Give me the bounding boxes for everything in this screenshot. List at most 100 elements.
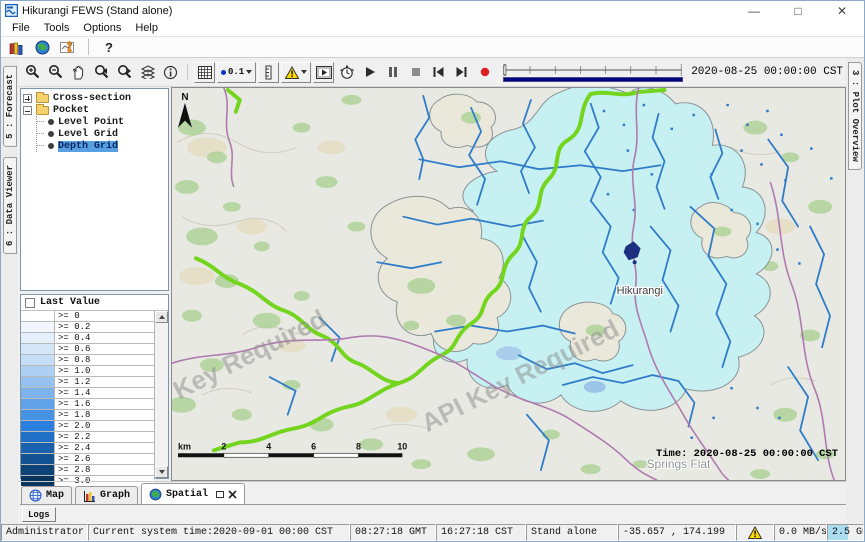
restore-pane-icon[interactable]	[216, 491, 224, 498]
tree-node-pocket[interactable]: Pocket	[23, 104, 166, 116]
stopwatch-icon[interactable]	[336, 62, 357, 83]
close-tab-icon[interactable]	[228, 490, 237, 499]
legend-row[interactable]: >= 2.2	[21, 432, 154, 443]
legend-row[interactable]: >= 2.6	[21, 454, 154, 465]
tree-node-cross-section[interactable]: Cross-section	[23, 92, 166, 104]
map-time-overlay: Time: 2020-08-25 00:00:00 CST	[656, 448, 838, 460]
tree-node-label[interactable]: Level Point	[58, 117, 124, 128]
scroll-up-icon[interactable]	[155, 311, 168, 323]
tab-data-viewer[interactable]: 6 : Data Viewer	[3, 157, 17, 254]
legend-row[interactable]: >= 1.6	[21, 399, 154, 410]
map-display-icon[interactable]	[32, 38, 52, 56]
legend-label: >= 2.0	[55, 421, 154, 431]
collapse-icon[interactable]	[23, 106, 32, 115]
close-button[interactable]: ✕	[820, 1, 864, 20]
menu-options[interactable]: Options	[76, 22, 128, 34]
legend-label: >= 1.4	[55, 388, 154, 398]
help-icon[interactable]: ?	[99, 38, 119, 56]
zoom-next-icon[interactable]	[114, 62, 135, 83]
bar-chart-icon	[83, 490, 96, 502]
tab-plot-overview[interactable]: 3 : Plot Overview	[848, 62, 862, 170]
warning-dropdown[interactable]	[281, 62, 311, 83]
pause-icon[interactable]	[382, 62, 403, 83]
legend-row[interactable]: >= 0.6	[21, 344, 154, 355]
legend-row[interactable]: >= 0.4	[21, 333, 154, 344]
legend-row[interactable]: >= 1.8	[21, 410, 154, 421]
time-slider-handle[interactable]	[504, 65, 506, 75]
legend-row[interactable]: >= 2.4	[21, 443, 154, 454]
status-download-rate: 0.0 MB/s	[774, 524, 827, 541]
last-frame-icon[interactable]	[451, 62, 472, 83]
zoom-previous-icon[interactable]	[91, 62, 112, 83]
tree-node-level-grid[interactable]: Level Grid	[37, 128, 166, 140]
record-icon[interactable]	[474, 62, 495, 83]
warning-icon	[748, 526, 762, 539]
map-canvas[interactable]: API Key Required API Key Required Hikura…	[172, 88, 845, 480]
tree-node-depth-grid[interactable]: Depth Grid	[37, 140, 166, 152]
animation-icon[interactable]	[313, 62, 334, 83]
legend-swatch	[21, 311, 55, 321]
status-local-time: 16:27:18 CST	[436, 524, 526, 541]
legend-swatch	[21, 432, 55, 442]
legend-label: >= 0	[55, 311, 154, 321]
legend-row[interactable]: >= 0.2	[21, 322, 154, 333]
timeseries-display-icon[interactable]	[58, 38, 78, 56]
scalebar-icon[interactable]	[258, 62, 279, 83]
tab-forecast[interactable]: 5 : Forecast	[3, 66, 17, 147]
legend-row[interactable]: >= 1.4	[21, 388, 154, 399]
tree-node-label[interactable]: Cross-section	[53, 93, 131, 104]
legend-row[interactable]: >= 1.2	[21, 377, 154, 388]
last-value-checkbox[interactable]	[25, 298, 35, 308]
info-icon[interactable]	[160, 62, 181, 83]
maximize-button[interactable]: □	[776, 1, 820, 20]
status-gmt-time: 08:27:18 GMT	[350, 524, 436, 541]
legend-panel: Last Value >= 0>= 0.2>= 0.4>= 0.6>= 0.8>…	[20, 294, 169, 479]
tree-node-label[interactable]: Pocket	[53, 105, 89, 116]
first-frame-icon[interactable]	[428, 62, 449, 83]
time-slider-track[interactable]	[503, 63, 683, 76]
legend-row[interactable]: >= 2.8	[21, 465, 154, 476]
stop-icon[interactable]	[405, 62, 426, 83]
town-label: Hikurangi	[617, 285, 663, 297]
status-warning[interactable]	[736, 524, 774, 541]
pan-icon[interactable]	[68, 62, 89, 83]
threshold-dropdown[interactable]: 0.1	[217, 62, 256, 83]
legend-row[interactable]: >= 2.0	[21, 421, 154, 432]
menu-help[interactable]: Help	[128, 22, 165, 34]
status-system-time: Current system time:2020-09-01 00:00 CST	[88, 524, 350, 541]
app-window: Hikurangi FEWS (Stand alone) — □ ✕ File …	[0, 0, 865, 542]
tree-node-label[interactable]: Level Grid	[58, 129, 118, 140]
menu-tools[interactable]: Tools	[37, 22, 77, 34]
time-slider[interactable]	[503, 63, 683, 82]
scroll-down-icon[interactable]	[155, 466, 168, 478]
toolbar-separator	[88, 39, 89, 55]
minimize-button[interactable]: —	[732, 1, 776, 20]
grid-icon[interactable]	[194, 62, 215, 83]
logs-button[interactable]: Logs	[22, 507, 56, 522]
legend-row[interactable]: >= 0	[21, 311, 154, 322]
tree-node-label[interactable]: Depth Grid	[58, 141, 118, 152]
legend-scrollbar[interactable]	[155, 311, 168, 478]
menu-file[interactable]: File	[5, 22, 37, 34]
play-icon[interactable]	[359, 62, 380, 83]
legend-label: >= 2.6	[55, 454, 154, 464]
tab-spatial[interactable]: Spatial	[141, 483, 245, 504]
zoom-out-icon[interactable]	[45, 62, 66, 83]
menu-bar: File Tools Options Help	[1, 20, 864, 37]
scroll-track[interactable]	[155, 323, 168, 466]
logs-browser-icon[interactable]	[6, 38, 26, 56]
tab-map[interactable]: Map	[21, 486, 72, 504]
map-toolbar: 0.1 2020-08-25 00:00:00 CST	[18, 58, 846, 87]
zoom-in-icon[interactable]	[22, 62, 43, 83]
legend-row[interactable]: >= 0.8	[21, 355, 154, 366]
side-panel: Cross-section Pocket Level Point	[18, 87, 171, 481]
tab-graph[interactable]: Graph	[75, 486, 138, 504]
right-tab-strip: 3 : Plot Overview	[846, 58, 864, 524]
legend-list: >= 0>= 0.2>= 0.4>= 0.6>= 0.8>= 1.0>= 1.2…	[21, 311, 155, 478]
legend-swatch	[21, 377, 55, 387]
expand-icon[interactable]	[23, 94, 32, 103]
legend-row[interactable]: >= 1.0	[21, 366, 154, 377]
map-view[interactable]: API Key Required API Key Required Hikura…	[171, 87, 846, 481]
tree-node-level-point[interactable]: Level Point	[37, 116, 166, 128]
layers-icon[interactable]	[137, 62, 158, 83]
